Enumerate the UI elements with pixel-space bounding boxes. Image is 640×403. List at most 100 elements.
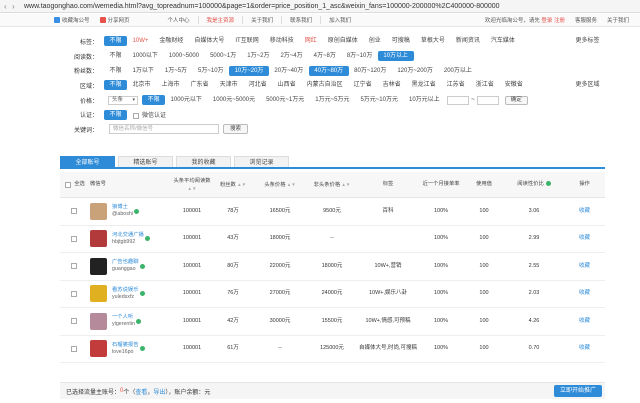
login-link[interactable]: 登录	[541, 18, 552, 24]
filter-option[interactable]: 1000元~5000元	[207, 95, 260, 105]
filter-option[interactable]: 网红	[299, 36, 322, 46]
filter-option[interactable]: 浙江省	[470, 80, 499, 90]
filter-option[interactable]: 广东省	[185, 80, 214, 90]
account-name[interactable]: 河北交通广播	[112, 232, 144, 239]
avatar[interactable]	[90, 312, 107, 330]
filter-option[interactable]: 移动科技	[264, 36, 299, 46]
sort-icon[interactable]: ▲▼	[340, 182, 350, 187]
filter-option[interactable]: 80万~120万	[349, 66, 392, 76]
favorite-link[interactable]: 收藏	[564, 263, 605, 270]
filter-option[interactable]: 吉林省	[377, 80, 406, 90]
filter-option[interactable]: 不限	[104, 109, 128, 120]
filter-option[interactable]: 天津市	[214, 80, 243, 90]
filter-option[interactable]: 汽车媒体	[485, 36, 520, 46]
filter-option[interactable]: 5万元~10万元	[355, 95, 404, 105]
filter-option[interactable]: 不限	[104, 80, 128, 91]
favorite-link[interactable]: 收藏	[564, 208, 605, 215]
favorite-link[interactable]: 收藏	[564, 290, 605, 297]
avatar[interactable]	[90, 202, 107, 220]
search-button[interactable]: 搜索	[223, 124, 249, 135]
avatar[interactable]	[90, 285, 107, 303]
filter-option[interactable]: 2万~4万	[275, 51, 308, 61]
register-link[interactable]: 注册	[554, 18, 565, 24]
sort-icon[interactable]: ▲▼	[236, 182, 246, 187]
sort-icon[interactable]: ▲▼	[286, 182, 296, 187]
filter-option[interactable]: 1000~5000	[163, 51, 204, 61]
top-nav-item[interactable]: 关于我们	[242, 16, 281, 24]
tab-item[interactable]: 全部账号	[60, 156, 115, 167]
row-checkbox[interactable]	[70, 345, 77, 352]
select-all-checkbox[interactable]	[65, 181, 72, 188]
filter-option[interactable]: 8万~10万	[341, 51, 378, 61]
account-name[interactable]: 石榴婆报告	[112, 342, 139, 349]
row-checkbox[interactable]	[70, 235, 77, 242]
browser-address-bar[interactable]: ‹ › www.taogonghao.com/wemedia.html?avg_…	[0, 0, 640, 13]
tab-item[interactable]: 我的收藏	[176, 156, 231, 167]
filter-option[interactable]: 辽宁省	[348, 80, 377, 90]
filter-option[interactable]: 新闻资讯	[450, 36, 485, 46]
checkbox[interactable]	[133, 112, 140, 119]
filter-option[interactable]: 山西省	[272, 80, 301, 90]
sort-icon[interactable]: ▲▼	[188, 186, 197, 191]
filter-option[interactable]: 5000~1万	[205, 51, 242, 61]
service-link[interactable]: 客服服务	[570, 16, 602, 24]
column-header[interactable]: 粉丝数 ▲▼	[212, 181, 254, 189]
filter-option[interactable]: 安徽省	[499, 80, 528, 90]
account-name[interactable]: 看苏说娱乐	[112, 287, 139, 294]
filter-option[interactable]: 10万~20万	[229, 65, 269, 76]
row-checkbox[interactable]	[70, 318, 77, 325]
filter-option[interactable]: 河北省	[243, 80, 272, 90]
filter-option[interactable]: 草根大号	[415, 36, 450, 46]
filter-option[interactable]: 10万以上	[377, 51, 414, 62]
tab-item[interactable]: 精选账号	[118, 156, 173, 167]
top-nav-item[interactable]: 加入我们	[320, 16, 359, 24]
column-header[interactable]: 全选	[60, 181, 90, 188]
filter-option[interactable]: 创业	[363, 36, 386, 46]
row-checkbox[interactable]	[70, 263, 77, 270]
price-max-input[interactable]	[476, 95, 499, 105]
filter-option[interactable]: 40万~80万	[308, 65, 349, 76]
filter-option[interactable]: 不限	[104, 66, 127, 76]
more-region-link[interactable]: 更多区域	[570, 80, 605, 90]
filter-option[interactable]: 不限	[104, 51, 127, 61]
price-confirm-button[interactable]: 确定	[504, 95, 528, 105]
filter-option[interactable]: 5万~10万	[193, 66, 230, 76]
filter-option[interactable]: 1万以下	[127, 66, 159, 76]
forward-icon[interactable]: ›	[12, 2, 20, 11]
avatar[interactable]	[90, 257, 107, 275]
account-name[interactable]: 狼博士	[112, 204, 133, 211]
filter-option[interactable]: 10万元以上	[403, 95, 445, 105]
filter-option[interactable]: 1万元~5万元	[310, 95, 355, 105]
favorite-link[interactable]: 收藏	[564, 318, 605, 325]
filter-option[interactable]: 1000元以下	[165, 95, 207, 105]
filter-option[interactable]: 4万~8万	[308, 51, 341, 61]
filter-option[interactable]: 不限	[142, 95, 166, 106]
wechat-verified-checkbox[interactable]: 微信认证	[133, 110, 166, 119]
filter-option[interactable]: 1000以下	[127, 51, 163, 61]
filter-option[interactable]: 金融财经	[154, 36, 189, 46]
account-name[interactable]: 广告也趣聊	[112, 259, 139, 266]
filter-option[interactable]: 自媒体大号	[189, 36, 230, 46]
column-header[interactable]: 头条价格 ▲▼	[254, 181, 306, 189]
avatar[interactable]	[90, 230, 107, 248]
avatar[interactable]	[90, 340, 107, 358]
favorite-link[interactable]: 收藏	[564, 235, 605, 242]
filter-option[interactable]: 1万~5万	[159, 66, 192, 76]
filter-option[interactable]: IT互联网	[230, 36, 264, 46]
export-link[interactable]: 导出	[153, 387, 165, 396]
filter-option[interactable]: 江苏省	[441, 80, 470, 90]
filter-option[interactable]: 200万以上	[438, 66, 477, 76]
column-header[interactable]: 非头条价格 ▲▼	[306, 181, 358, 189]
tab-item[interactable]: 浏览记录	[234, 156, 289, 167]
favorite-link[interactable]: 收藏	[564, 345, 605, 352]
account-name[interactable]: 一个人听	[112, 314, 135, 321]
top-nav-item[interactable]: 联系我们	[281, 16, 320, 24]
filter-option[interactable]: 20万~40万	[269, 66, 309, 76]
filter-option[interactable]: 上海市	[156, 80, 185, 90]
price-min-input[interactable]	[447, 95, 470, 105]
more-tags-link[interactable]: 更多标签	[570, 36, 605, 46]
top-nav-item[interactable]: 个人中心	[160, 16, 198, 24]
filter-option[interactable]: 黑龙江省	[406, 80, 441, 90]
column-header[interactable]: 头条平均阅读数 ▲▼	[172, 177, 212, 193]
filter-option[interactable]: 1万~2万	[242, 51, 275, 61]
